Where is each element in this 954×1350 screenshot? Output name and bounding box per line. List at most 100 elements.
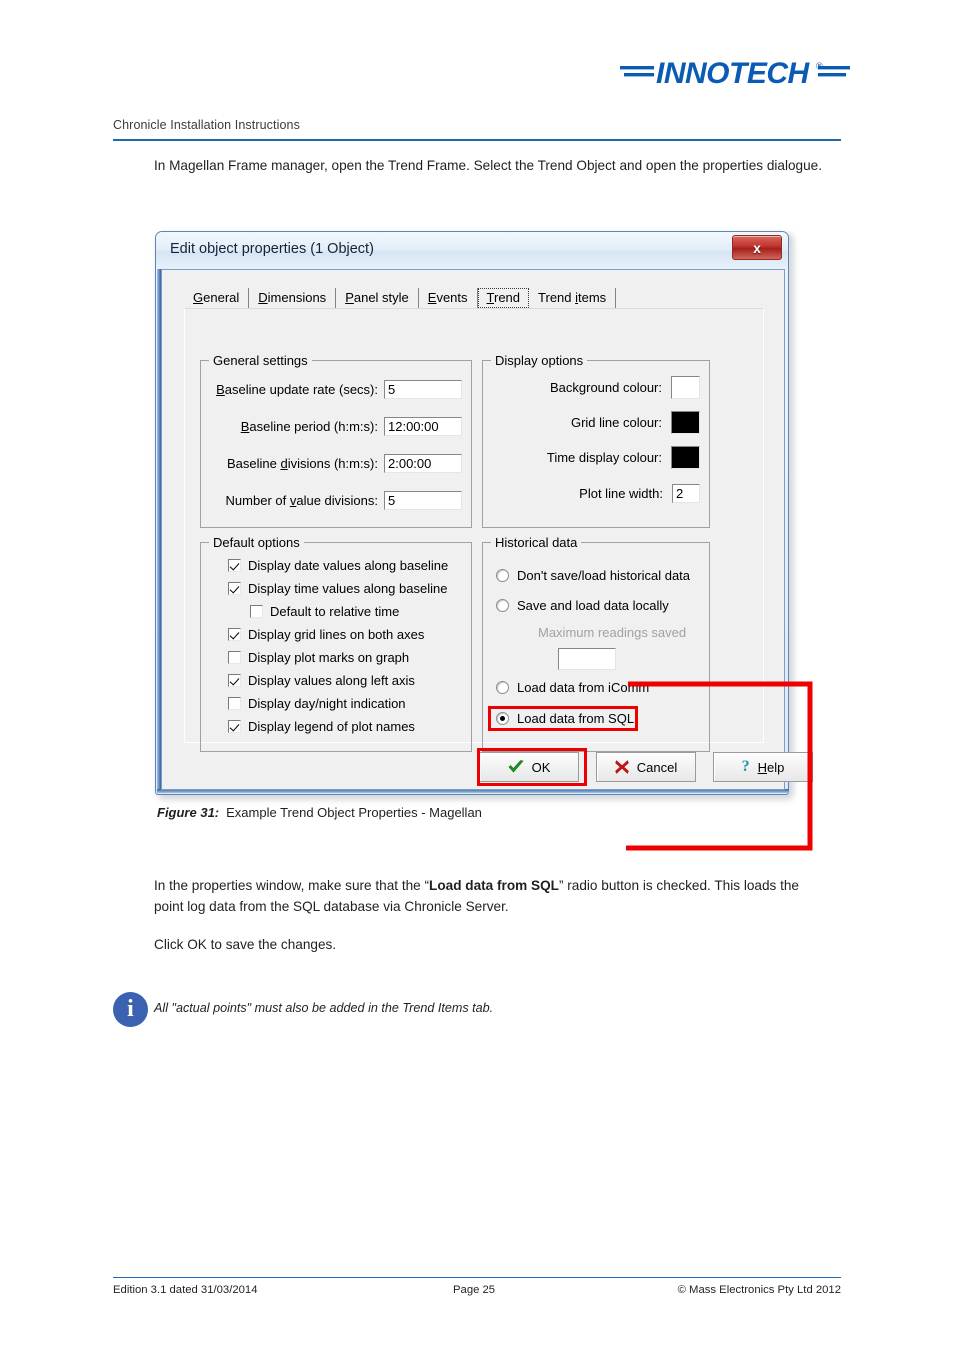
tab-panel-style[interactable]: Panel style	[336, 288, 419, 308]
checkbox-icon	[228, 651, 241, 664]
checkbox-display-grid-lines[interactable]: Display grid lines on both axes	[228, 627, 424, 642]
radio-icon	[496, 681, 509, 694]
checkbox-label: Default to relative time	[270, 604, 400, 619]
field-number-of-value-divisions-label: Number of value divisions:	[225, 492, 378, 508]
field-baseline-divisions: Baseline divisions (h:m:s): 2:00:00	[206, 452, 464, 474]
paragraph-part-before: In the properties window, make sure that…	[154, 878, 430, 893]
checkbox-label: Display plot marks on graph	[248, 650, 410, 665]
dialog-client-area: General Dimensions Panel style Events Tr…	[161, 269, 813, 790]
cancel-button-label: Cancel	[636, 759, 678, 775]
dialog-titlebar: Edit object properties (1 Object) x	[156, 232, 788, 269]
tab-trend-items[interactable]: Trend items	[529, 288, 617, 308]
paragraph-part-bold: Load data from SQL	[429, 878, 559, 893]
group-default-options-label: Default options	[209, 535, 304, 550]
radio-icon	[496, 599, 509, 612]
field-grid-line-colour-label: Grid line colour:	[570, 414, 662, 430]
checkbox-display-plot-marks[interactable]: Display plot marks on graph	[228, 650, 409, 665]
swatch-time-display-colour[interactable]	[671, 445, 700, 469]
edit-object-properties-dialog: Edit object properties (1 Object) x Gene…	[155, 231, 813, 795]
footer-page: Page 25	[453, 1284, 496, 1296]
input-maximum-readings-saved[interactable]	[558, 648, 616, 670]
svg-text:®: ®	[816, 61, 823, 71]
field-baseline-period-label: Baseline period (h:m:s):	[240, 418, 378, 434]
radio-save-load-locally[interactable]: Save and load data locally	[496, 598, 669, 613]
checkbox-label: Display time values along baseline	[248, 581, 448, 596]
checkbox-display-time-values[interactable]: Display time values along baseline	[228, 581, 447, 596]
footer-edition: Edition 3.1 dated 31/03/2014	[113, 1284, 258, 1296]
field-background-colour: Background colour:	[492, 375, 700, 399]
dialog-button-bar: OK Cancel ? Help	[184, 752, 813, 786]
checkbox-icon	[228, 674, 241, 687]
radio-label: Don't save/load historical data	[517, 568, 691, 583]
paragraph-click-ok: Click OK to save the changes.	[154, 937, 337, 952]
field-time-display-colour-label: Time display colour:	[546, 449, 662, 465]
intro-paragraph: In Magellan Frame manager, open the Tren…	[154, 158, 823, 173]
footer-divider	[113, 1277, 841, 1279]
checkbox-icon	[250, 605, 263, 618]
field-baseline-update-rate-label: Baseline update rate (secs):	[216, 381, 378, 397]
input-baseline-period[interactable]: 12:00:00	[384, 416, 462, 436]
figure-caption: Figure 31: Example Trend Object Propertie…	[157, 805, 482, 820]
checkbox-label: Display grid lines on both axes	[248, 627, 425, 642]
radio-icon	[496, 569, 509, 582]
checkbox-icon	[228, 628, 241, 641]
swatch-grid-line-colour[interactable]	[671, 410, 700, 434]
question-icon: ?	[741, 758, 750, 775]
checkbox-display-values-left-axis[interactable]: Display values along left axis	[228, 673, 415, 688]
document-header-title: Chronicle Installation Instructions	[113, 118, 300, 132]
help-button[interactable]: ? Help	[713, 752, 813, 782]
cross-icon	[614, 760, 629, 774]
label-maximum-readings-saved: Maximum readings saved	[538, 625, 686, 640]
close-icon-glyph: x	[753, 239, 761, 256]
innotech-logo: INNOTECH ®	[620, 52, 850, 96]
checkbox-icon	[228, 559, 241, 572]
radio-dont-save-load[interactable]: Don't save/load historical data	[496, 568, 690, 583]
figure-label: Figure 31:	[157, 805, 220, 820]
checkbox-display-day-night[interactable]: Display day/night indication	[228, 696, 406, 711]
field-number-of-value-divisions: Number of value divisions: 5	[206, 489, 464, 511]
note-text: All "actual points" must also be added i…	[154, 1001, 494, 1015]
input-number-of-value-divisions[interactable]: 5	[384, 490, 462, 510]
close-icon[interactable]: x	[732, 235, 782, 260]
field-grid-line-colour: Grid line colour:	[492, 410, 700, 434]
checkbox-label: Display date values along baseline	[248, 558, 449, 573]
checkbox-default-to-relative-time[interactable]: Default to relative time	[250, 604, 399, 619]
group-historical-data-label: Historical data	[491, 535, 582, 550]
annotation-highlight-sql	[488, 706, 638, 731]
header-divider	[113, 139, 841, 141]
info-icon: i	[113, 992, 148, 1027]
svg-text:INNOTECH: INNOTECH	[656, 57, 811, 90]
field-baseline-divisions-label: Baseline divisions (h:m:s):	[226, 455, 378, 471]
field-baseline-period: Baseline period (h:m:s): 12:00:00	[206, 415, 464, 437]
input-baseline-update-rate[interactable]: 5	[384, 379, 462, 399]
input-baseline-divisions[interactable]: 2:00:00	[384, 453, 462, 473]
field-background-colour-label: Background colour:	[549, 379, 662, 395]
dialog-title: Edit object properties (1 Object)	[170, 241, 374, 257]
figure-caption-text: Example Trend Object Properties - Magell…	[226, 805, 482, 820]
group-general-settings-label: General settings	[209, 353, 312, 368]
field-plot-line-width: Plot line width: 2	[492, 482, 700, 504]
checkbox-label: Display day/night indication	[248, 696, 406, 711]
radio-load-from-icomm[interactable]: Load data from iComm	[496, 680, 649, 695]
field-plot-line-width-label: Plot line width:	[579, 485, 663, 501]
info-icon-glyph: i	[127, 995, 134, 1022]
tab-events[interactable]: Events	[419, 288, 478, 308]
radio-label: Load data from iComm	[517, 680, 650, 695]
tab-dimensions[interactable]: Dimensions	[249, 288, 337, 308]
tab-general[interactable]: General	[184, 288, 250, 308]
checkbox-icon	[228, 697, 241, 710]
checkbox-label: Display values along left axis	[248, 673, 415, 688]
field-baseline-update-rate: Baseline update rate (secs): 5	[206, 378, 464, 400]
tab-trend[interactable]: Trend	[477, 288, 530, 308]
input-plot-line-width[interactable]: 2	[672, 483, 700, 503]
tab-strip: General Dimensions Panel style Events Tr…	[184, 286, 617, 308]
checkbox-display-legend[interactable]: Display legend of plot names	[228, 719, 415, 734]
radio-label: Save and load data locally	[517, 598, 669, 613]
footer-copyright: © Mass Electronics Pty Ltd 2012	[677, 1284, 841, 1296]
swatch-background-colour[interactable]	[671, 375, 700, 399]
checkbox-display-date-values[interactable]: Display date values along baseline	[228, 558, 448, 573]
checkbox-icon	[228, 720, 241, 733]
paragraph-sql-instruction: In the properties window, make sure that…	[154, 875, 826, 917]
label-maximum-readings-saved-text: Maximum readings saved	[538, 625, 687, 640]
cancel-button[interactable]: Cancel	[596, 752, 696, 782]
